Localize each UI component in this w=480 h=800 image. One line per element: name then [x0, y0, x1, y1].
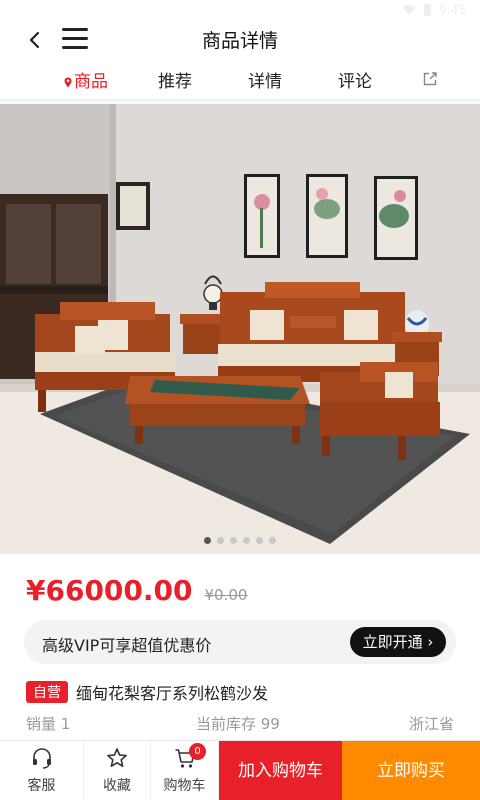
self-operated-badge: 自营 [26, 681, 68, 703]
product-meta: 销量 1 当前库存 99 浙江省 [26, 713, 454, 735]
product-image[interactable] [0, 104, 480, 554]
favorite-button[interactable]: 收藏 [84, 741, 151, 800]
carousel-dot[interactable] [230, 537, 237, 544]
header: 商品详情 [0, 22, 480, 58]
status-bar: 9:45 [0, 0, 480, 22]
cart-label: 购物车 [163, 778, 206, 794]
sofa-set-illustration [0, 104, 480, 554]
tab-product-label: 商品 [74, 72, 108, 92]
battery-icon [424, 4, 432, 16]
tab-recommend[interactable]: 推荐 [158, 67, 192, 92]
carousel-dot[interactable] [256, 537, 263, 544]
product-title-row: 自营 缅甸花梨客厅系列松鹤沙发 [26, 680, 268, 704]
carousel-dot[interactable] [204, 537, 211, 544]
add-to-cart-button[interactable]: 加入购物车 [219, 741, 342, 800]
buy-now-button[interactable]: 立即购买 [342, 741, 480, 800]
cart-count-badge: 0 [189, 743, 206, 760]
customer-service-button[interactable]: 客服 [0, 741, 84, 800]
tab-details[interactable]: 详情 [248, 67, 282, 92]
carousel-indicator [0, 537, 480, 544]
bottom-action-bar: 客服 收藏 0 购物车 加入购物车 立即购买 [0, 740, 480, 800]
page-title: 商品详情 [201, 30, 278, 52]
original-price: ¥0.00 [204, 586, 248, 604]
favorite-label: 收藏 [103, 778, 131, 794]
cart-button[interactable]: 0 购物车 [151, 741, 219, 800]
customer-service-label: 客服 [27, 778, 56, 794]
vip-open-button[interactable]: 立即开通 › [350, 627, 446, 657]
vip-banner-text: 高级VIP可享超值优惠价 [42, 636, 212, 655]
carousel-dot[interactable] [269, 537, 276, 544]
sales-count: 销量 1 [26, 715, 71, 733]
screen: 9:45 商品详情 商品 推荐 详情 评论 ¥66000.00 ¥0.00 高级… [0, 0, 480, 800]
vip-banner: 高级VIP可享超值优惠价 立即开通 › [24, 620, 456, 664]
tab-bar: 商品 推荐 详情 评论 [0, 58, 480, 100]
tab-reviews[interactable]: 评论 [338, 67, 372, 92]
wifi-icon [402, 5, 416, 15]
location-pin-icon [64, 77, 72, 87]
current-price: ¥66000.00 [26, 574, 193, 607]
share-icon[interactable] [422, 71, 438, 87]
headset-icon [32, 748, 51, 769]
star-icon [107, 748, 127, 767]
stock-count: 当前库存 99 [196, 715, 280, 733]
tab-product[interactable]: 商品 [64, 67, 108, 92]
carousel-dot[interactable] [243, 537, 250, 544]
carousel-dot[interactable] [217, 537, 224, 544]
price-row: ¥66000.00 ¥0.00 [26, 574, 247, 614]
status-time: 9:45 [439, 3, 466, 17]
product-name: 缅甸花梨客厅系列松鹤沙发 [76, 684, 269, 703]
ship-region: 浙江省 [408, 715, 454, 733]
